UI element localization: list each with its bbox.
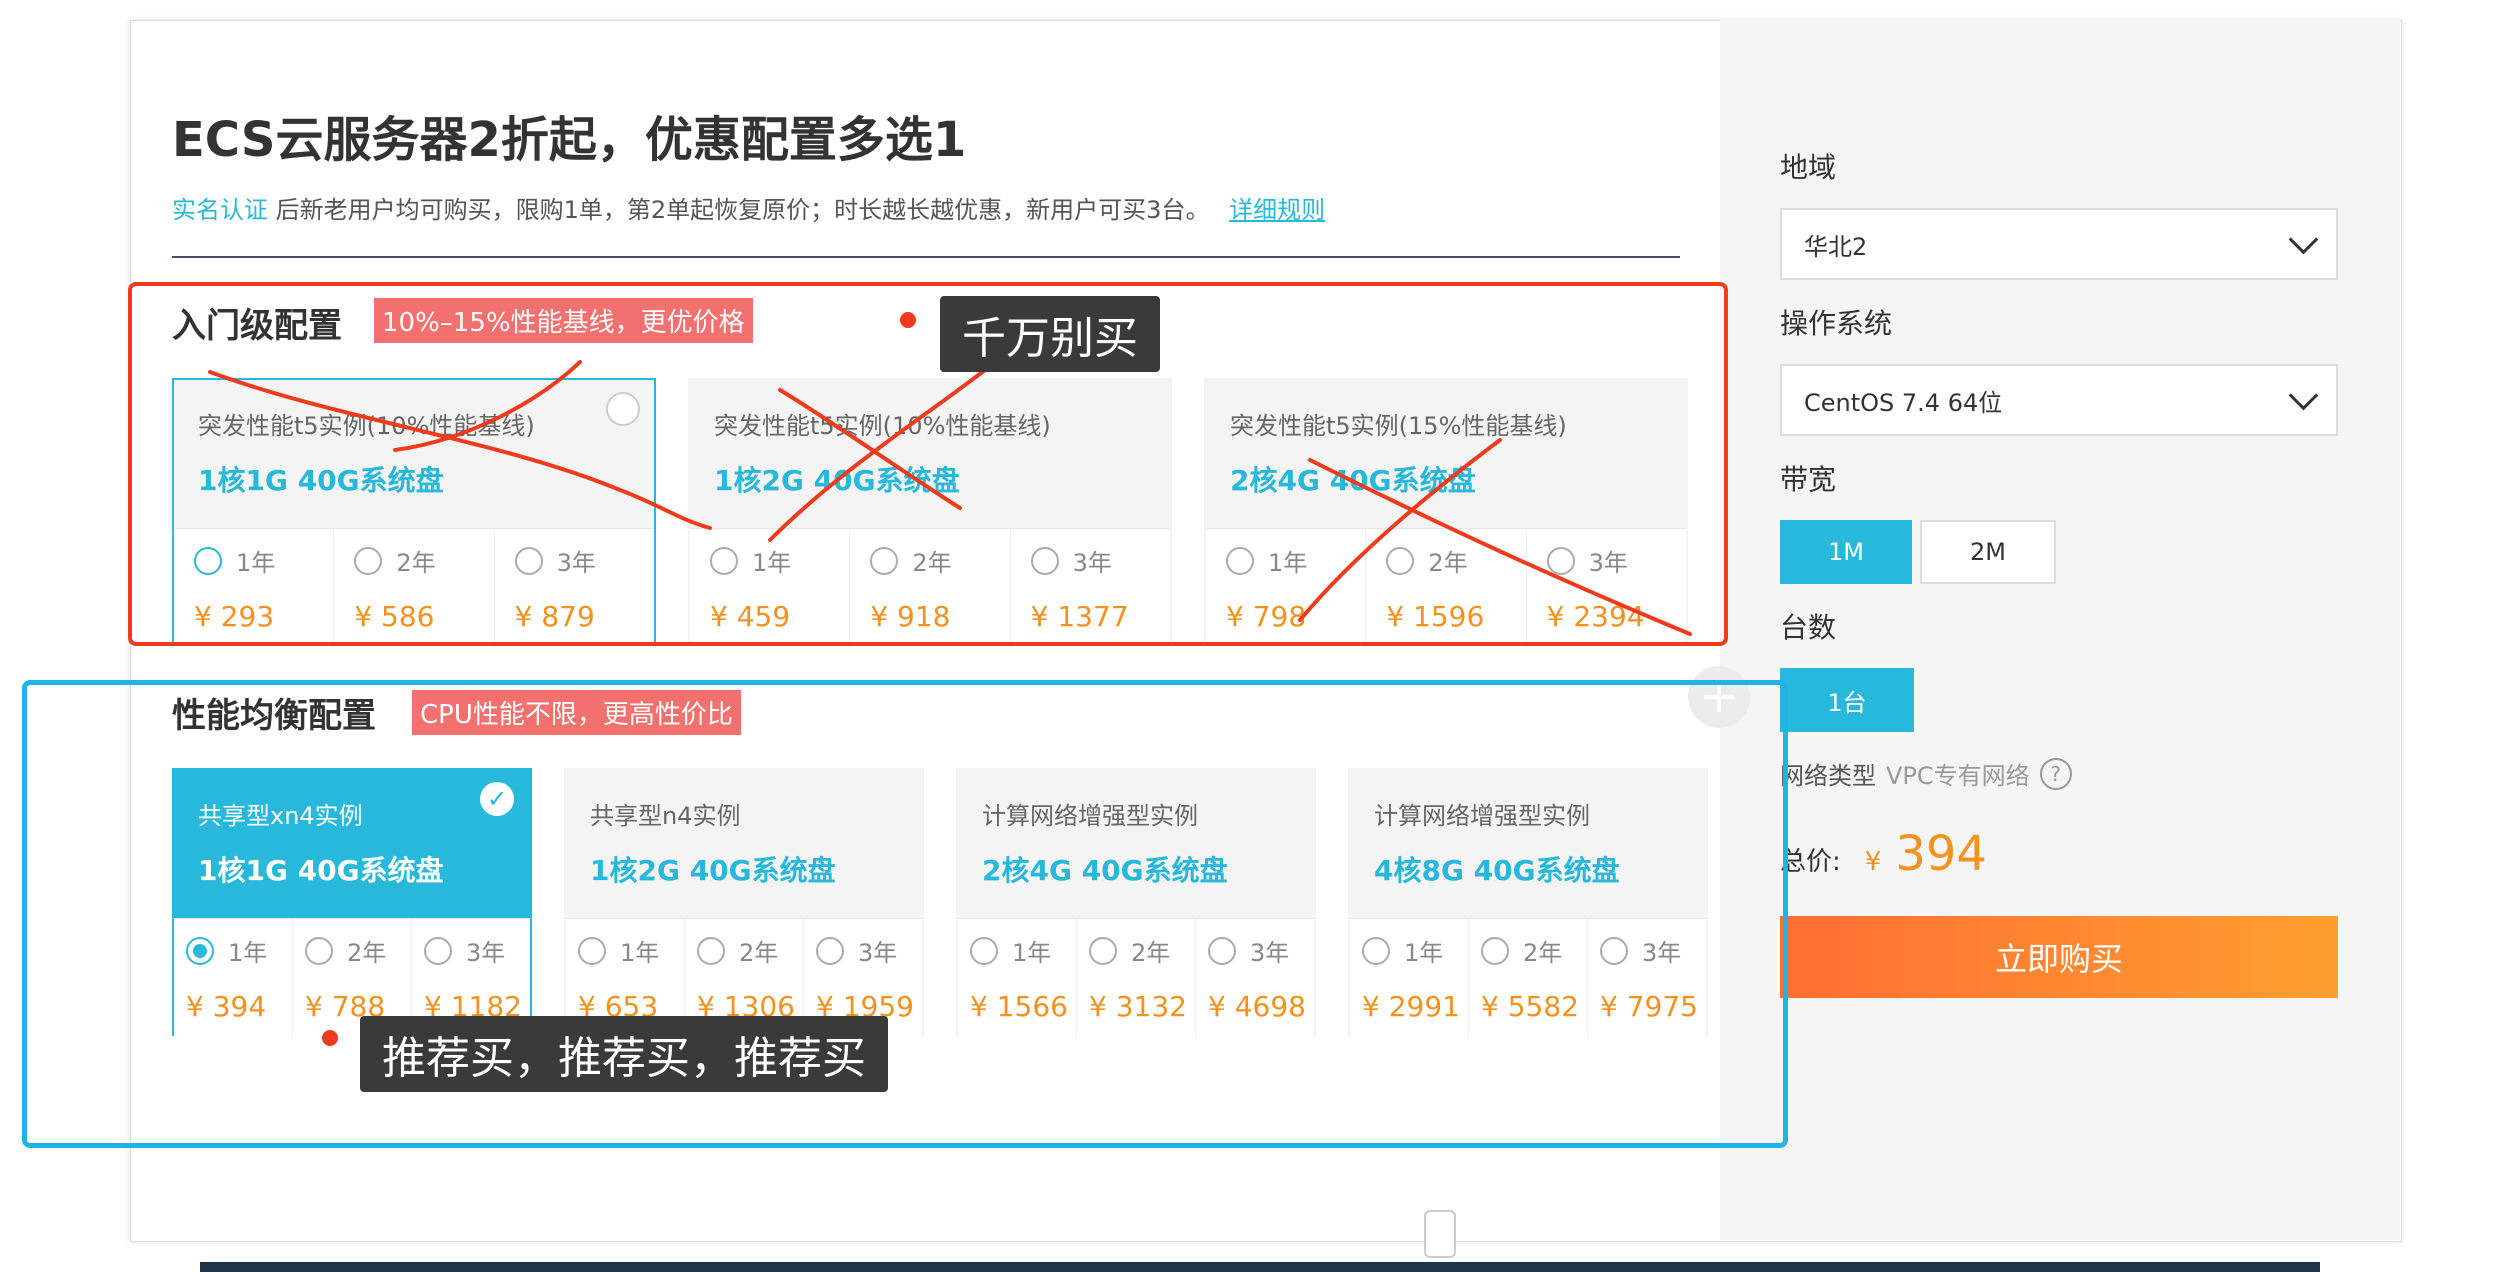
strike-mark [208,370,712,530]
strike-mark [393,360,582,452]
annotation-dont-buy: 千万别买 [940,296,1160,372]
annotation-recommend: 推荐买，推荐买，推荐买 [360,1016,888,1092]
strike-mark [1298,438,1502,622]
strike-mark [1308,458,1692,636]
annotation-dot [900,312,916,328]
annotation-dot [322,1030,338,1046]
